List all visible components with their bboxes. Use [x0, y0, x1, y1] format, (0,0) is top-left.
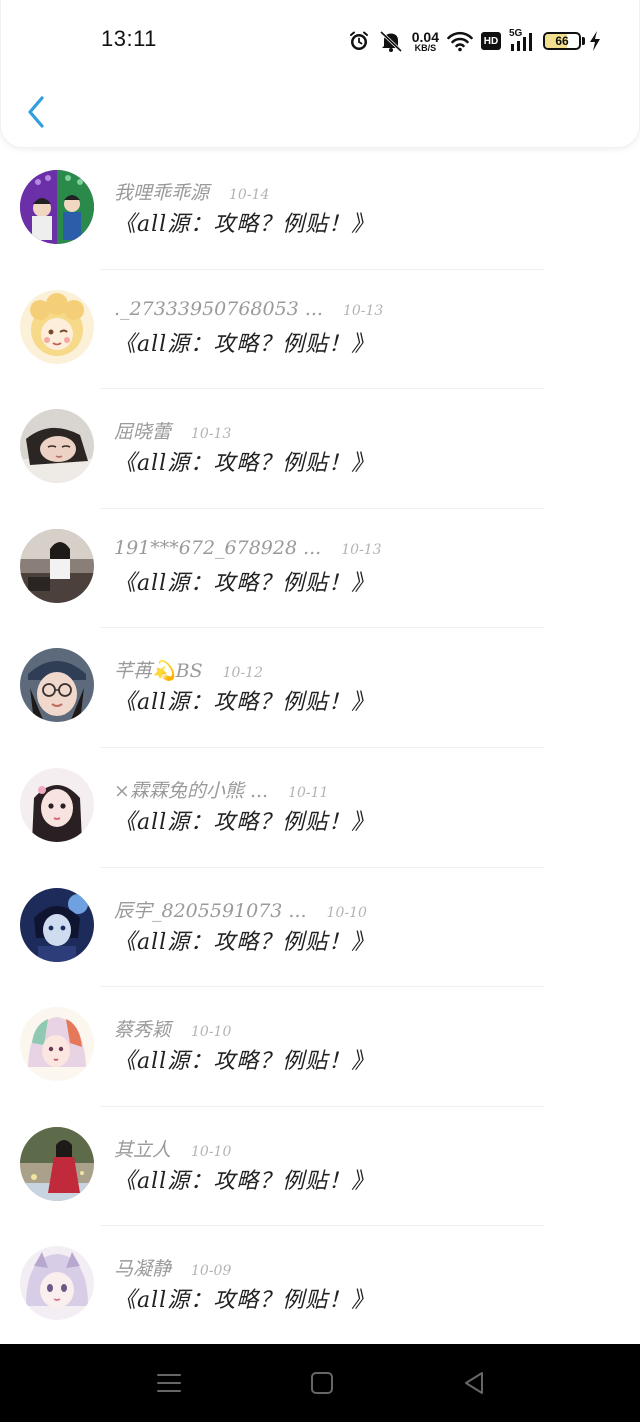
row-date: 10-12	[222, 665, 263, 682]
row-name: 其立人	[114, 1138, 172, 1161]
row-text: 《all源：攻略？例贴！》	[114, 570, 375, 596]
avatar[interactable]	[20, 1246, 94, 1321]
row-text: 《all源：攻略？例贴！》	[114, 690, 375, 716]
net-speed-value: 0.04	[411, 28, 439, 45]
header: 13:11 0.04 KB/S HD 5G 66	[0, 0, 640, 148]
row-date: 10-13	[191, 426, 232, 443]
message-list: 我哩乖乖源 10-14 《all源：攻略？例贴！》 ._273339507680…	[0, 150, 640, 1346]
row-text: 《all源：攻略？例贴！》	[114, 1288, 375, 1314]
avatar[interactable]	[20, 528, 94, 603]
chevron-left-icon	[28, 96, 44, 128]
row-name: 191***672_678928 ...	[114, 536, 322, 559]
row-name: 屈晓蕾	[114, 421, 172, 444]
row-text: 《all源：攻略？例贴！》	[114, 451, 375, 477]
row-date: 10-10	[191, 1024, 232, 1041]
row-text: 《all源：攻略？例贴！》	[114, 331, 375, 357]
row-text: 《all源：攻略？例贴！》	[114, 809, 375, 835]
row-text: 《all源：攻略？例贴！》	[114, 1168, 375, 1194]
menu-icon	[157, 1374, 181, 1392]
list-item[interactable]: ._27333950768053 ... 10-13 《all源：攻略？例贴！》	[0, 270, 640, 390]
net-speed: 0.04 KB/S	[412, 30, 439, 53]
row-name: 马凝静	[114, 1258, 172, 1281]
avatar[interactable]	[20, 1126, 94, 1201]
screen: 13:11 0.04 KB/S HD 5G 66 我哩乖乖源 10-14 《al…	[0, 0, 640, 1422]
row-meta: 屈晓蕾 10-13	[114, 417, 231, 444]
battery-level: 66	[555, 34, 569, 48]
back-triangle-icon	[465, 1372, 483, 1394]
home-square-icon	[311, 1372, 333, 1394]
row-name: 我哩乖乖源	[114, 182, 210, 204]
row-meta: 191***672_678928 ... 10-13	[114, 537, 382, 559]
battery-body: 66	[543, 32, 581, 50]
list-item[interactable]: ×霖霖兔的小熊 ... 10-11 《all源：攻略？例贴！》	[0, 748, 640, 868]
hd-icon: HD	[481, 32, 501, 50]
row-date: 10-13	[342, 302, 384, 319]
avatar[interactable]	[20, 767, 94, 842]
row-meta: ._27333950768053 ... 10-13	[114, 298, 383, 320]
back-nav-button[interactable]	[458, 1368, 490, 1398]
mute-icon	[378, 30, 404, 52]
avatar[interactable]	[20, 648, 94, 723]
avatar[interactable]	[20, 170, 94, 244]
row-meta: 我哩乖乖源 10-14	[114, 178, 269, 205]
row-date: 10-13	[341, 541, 382, 558]
list-item[interactable]: 马凝静 10-09 《all源：攻略？例贴！》	[0, 1226, 640, 1346]
avatar[interactable]	[20, 289, 94, 364]
back-button[interactable]	[21, 92, 51, 132]
wifi-icon	[447, 30, 473, 52]
system-navbar	[0, 1344, 640, 1422]
list-item[interactable]: 我哩乖乖源 10-14 《all源：攻略？例贴！》	[0, 150, 640, 270]
home-button[interactable]	[306, 1368, 338, 1398]
row-date: 10-10	[326, 904, 367, 921]
row-meta: 马凝静 10-09	[114, 1254, 231, 1281]
alarm-icon	[348, 30, 370, 52]
status-time: 13:11	[101, 26, 157, 51]
row-date: 10-11	[288, 784, 329, 801]
row-name: 蔡秀颖	[114, 1019, 172, 1042]
menu-button[interactable]	[153, 1368, 185, 1398]
list-item[interactable]: 蔡秀颖 10-10 《all源：攻略？例贴！》	[0, 987, 640, 1107]
row-name: ×霖霖兔的小熊 ...	[114, 779, 269, 802]
signal-icon: 5G	[509, 28, 535, 52]
row-name: ._27333950768053 ...	[114, 297, 323, 320]
row-name: 辰宇_8205591073 ...	[114, 899, 307, 922]
avatar[interactable]	[20, 409, 94, 484]
charging-icon	[589, 30, 601, 52]
row-meta: ×霖霖兔的小熊 ... 10-11	[114, 776, 328, 803]
row-text: 《all源：攻略？例贴！》	[114, 212, 375, 237]
net-speed-unit: KB/S	[414, 42, 437, 53]
row-date: 10-10	[191, 1143, 232, 1160]
battery-icon: 66	[543, 32, 585, 50]
row-text: 《all源：攻略？例贴！》	[114, 1049, 375, 1075]
row-meta: 芊苒💫BS 10-12	[114, 656, 263, 683]
status-bar: 13:11 0.04 KB/S HD 5G 66	[1, 0, 640, 82]
row-meta: 蔡秀颖 10-10	[114, 1015, 231, 1042]
row-meta: 其立人 10-10	[114, 1135, 231, 1162]
row-date: 10-14	[229, 187, 270, 203]
list-item[interactable]: 屈晓蕾 10-13 《all源：攻略？例贴！》	[0, 389, 640, 509]
row-text: 《all源：攻略？例贴！》	[114, 929, 375, 955]
list-item[interactable]: 其立人 10-10 《all源：攻略？例贴！》	[0, 1107, 640, 1227]
list-item[interactable]: 191***672_678928 ... 10-13 《all源：攻略？例贴！》	[0, 509, 640, 629]
list-item[interactable]: 辰宇_8205591073 ... 10-10 《all源：攻略？例贴！》	[0, 868, 640, 988]
row-meta: 辰宇_8205591073 ... 10-10	[114, 896, 367, 923]
list-item[interactable]: 芊苒💫BS 10-12 《all源：攻略？例贴！》	[0, 628, 640, 748]
status-icons: 0.04 KB/S HD 5G 66	[340, 26, 601, 56]
row-name: 芊苒💫BS	[114, 660, 203, 683]
row-date: 10-09	[191, 1263, 232, 1280]
avatar[interactable]	[20, 887, 94, 962]
battery-nub	[582, 37, 585, 45]
avatar[interactable]	[20, 1007, 94, 1082]
